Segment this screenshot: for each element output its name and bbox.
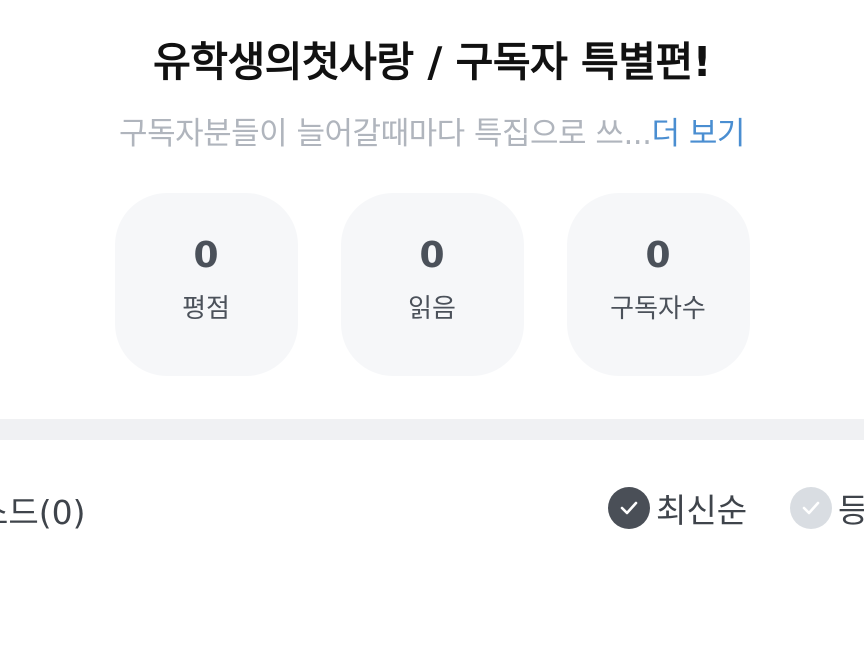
sort-latest-label: 최신순 (656, 491, 748, 530)
episode-count-label: 소드(0) (0, 493, 86, 532)
stat-value-subscribers: 0 (645, 234, 671, 276)
stat-label-rating: 평점 (182, 293, 230, 324)
stat-card-rating: 0 평점 (114, 193, 298, 376)
more-link[interactable]: 더 보기 (652, 116, 746, 152)
cropped-heading-fragment: — — — (0, 0, 864, 11)
sort-register-label: 등 (838, 491, 864, 530)
stat-value-reads: 0 (419, 234, 445, 276)
stat-label-subscribers: 구독자수 (610, 293, 706, 324)
stat-card-reads: 0 읽음 (340, 193, 524, 376)
check-circle-icon (790, 487, 832, 529)
section-divider (0, 419, 864, 440)
page-title: 유학생의첫사랑 / 구독자 특별편! (153, 38, 711, 86)
description: 구독자분들이 늘어갈때마다 특집으로 쓰...더 보기 (0, 108, 864, 153)
sort-latest-button[interactable]: 최신순 (608, 484, 747, 532)
stats-row: 0 평점 0 읽음 0 구독자수 (0, 193, 864, 376)
stat-value-rating: 0 (193, 234, 219, 276)
stat-card-subscribers: 0 구독자수 (566, 193, 750, 376)
sort-register-button[interactable]: 등 (790, 484, 864, 532)
stat-label-reads: 읽음 (408, 293, 456, 324)
check-circle-icon (608, 487, 650, 529)
description-text: 구독자분들이 늘어갈때마다 특집으로 쓰... (119, 116, 652, 152)
page: — — — 유학생의첫사랑 / 구독자 특별편! 구독자분들이 늘어갈때마다 특… (0, 0, 864, 648)
